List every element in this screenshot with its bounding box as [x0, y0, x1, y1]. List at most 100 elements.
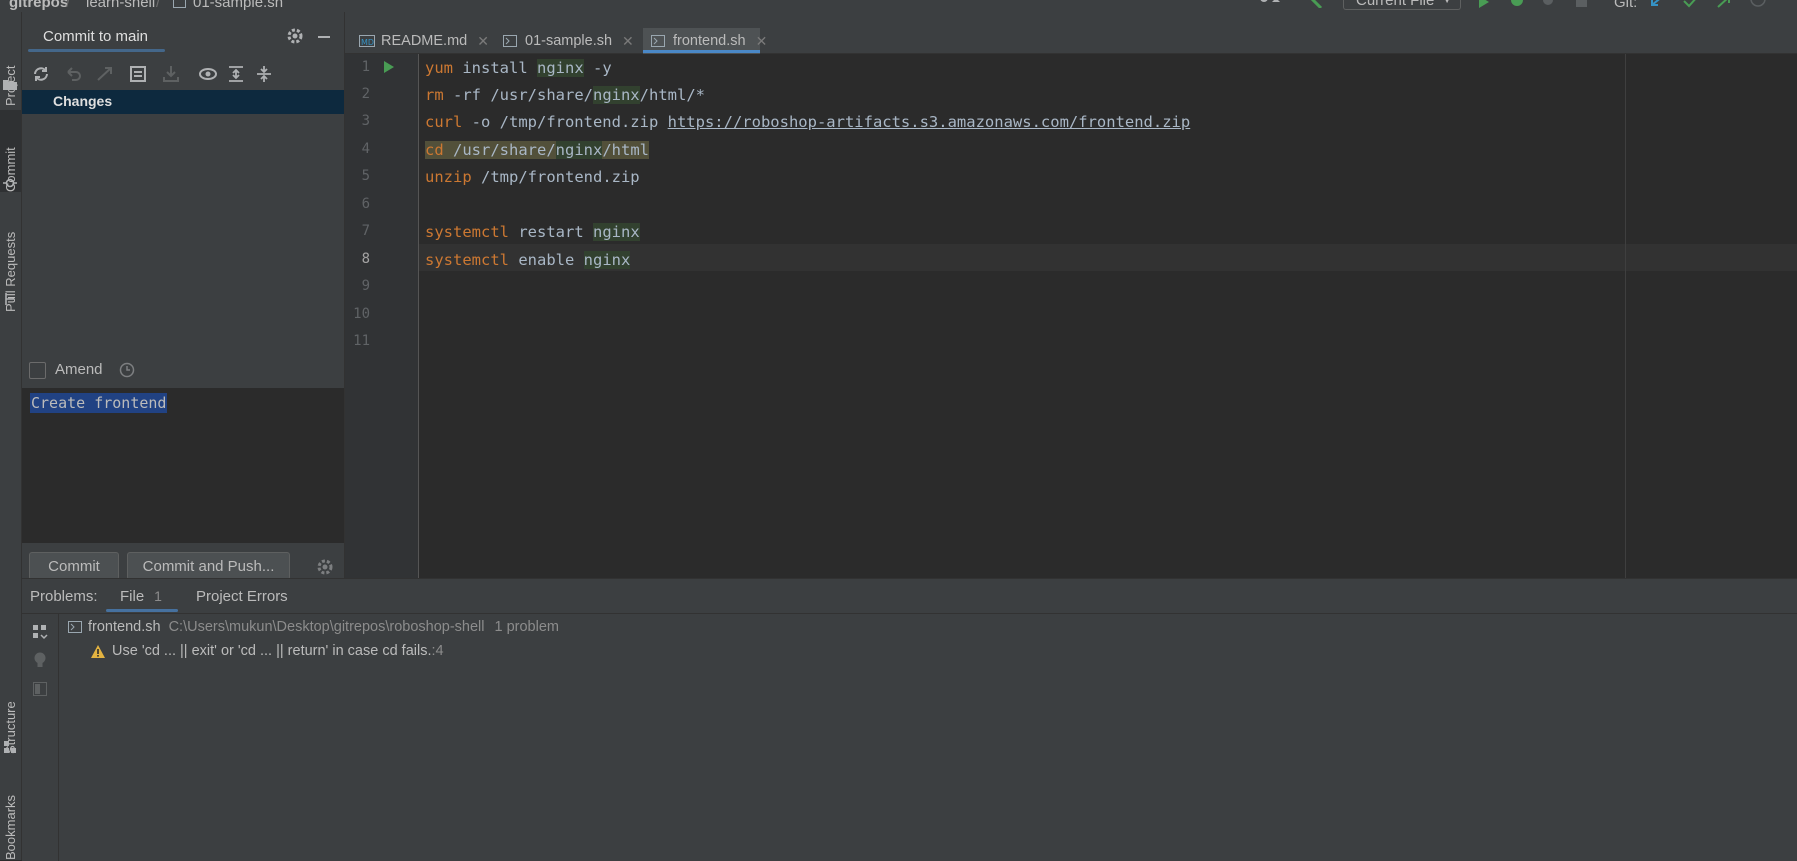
- amend-checkbox[interactable]: [29, 362, 46, 379]
- navigation-bar: gitrepos / learn-shell / 01-sample.sh Cu…: [0, 0, 1797, 12]
- commit-options-gear-icon[interactable]: [316, 558, 334, 576]
- commit-message-text: Create frontend: [30, 393, 168, 413]
- code-text: install: [453, 59, 537, 77]
- tool-tab-bookmarks[interactable]: Bookmarks: [0, 772, 21, 860]
- shell-file-icon: [173, 0, 186, 8]
- code-text: restart: [509, 223, 593, 241]
- structure-icon: [3, 740, 17, 754]
- problem-file-name: frontend.sh: [88, 619, 161, 635]
- commit-message-input[interactable]: Create frontend: [22, 388, 344, 543]
- breadcrumb-root[interactable]: gitrepos: [9, 0, 68, 11]
- close-icon[interactable]: ✕: [756, 33, 768, 50]
- vcs-user-icon[interactable]: [1256, 0, 1282, 8]
- line-number: 6: [361, 196, 370, 212]
- tab-readme[interactable]: MD README.md ✕: [351, 28, 497, 54]
- code-text: -o /tmp/frontend.zip: [462, 113, 668, 131]
- tab-file-count: 1: [154, 588, 162, 604]
- code-identifier-highlight: nginx: [537, 59, 584, 77]
- line-number-current: 8: [361, 251, 370, 267]
- minimize-icon[interactable]: [318, 36, 330, 38]
- code-keyword: systemctl: [425, 223, 509, 241]
- code-keyword: curl: [425, 113, 463, 131]
- run-icon[interactable]: [1477, 0, 1491, 8]
- code-keyword: systemctl: [425, 251, 509, 269]
- line-number: 3: [361, 113, 370, 129]
- tool-window-strip: Project Commit Pull Requests Structure B…: [0, 12, 22, 860]
- tool-tab-label: Project: [3, 26, 18, 106]
- git-push-icon[interactable]: [1716, 0, 1732, 8]
- breadcrumb-folder[interactable]: learn-shell: [86, 0, 155, 11]
- coverage-icon[interactable]: [1541, 0, 1557, 8]
- code-keyword: yum: [425, 59, 453, 77]
- group-by-icon[interactable]: [32, 624, 48, 640]
- build-hammer-icon[interactable]: [1307, 0, 1325, 8]
- shell-file-icon: [503, 35, 517, 47]
- expand-all-icon[interactable]: [226, 64, 246, 84]
- commit-message-history-icon[interactable]: [119, 362, 135, 378]
- breadcrumb-file[interactable]: 01-sample.sh: [193, 0, 283, 11]
- close-icon[interactable]: ✕: [622, 33, 634, 50]
- line-number: 5: [361, 168, 370, 184]
- git-label: Git:: [1614, 0, 1638, 11]
- markdown-file-icon: MD: [359, 34, 375, 48]
- tab-01-sample[interactable]: 01-sample.sh ✕: [495, 28, 642, 54]
- debug-icon[interactable]: [1509, 0, 1525, 8]
- line-number: 10: [353, 306, 370, 322]
- tab-label: 01-sample.sh: [525, 33, 613, 49]
- chevron-down-icon: ▼: [1442, 0, 1452, 6]
- tab-file[interactable]: File 1: [120, 588, 162, 605]
- code-editor[interactable]: 1 2 3 4 5 6 7 8 9 10 11 yum install ngin…: [345, 54, 1797, 578]
- svg-text:MD: MD: [361, 38, 374, 47]
- line-number-gutter[interactable]: 1 2 3 4 5 6 7 8 9 10 11: [345, 54, 419, 578]
- code-text: /tmp/frontend.zip: [471, 168, 640, 186]
- tab-project-errors[interactable]: Project Errors: [196, 588, 288, 605]
- code-line-2: rm -rf /usr/share/nginx/html/*: [425, 84, 705, 106]
- line-number: 4: [361, 141, 370, 157]
- changelist-icon[interactable]: [129, 64, 149, 84]
- changes-label: Changes: [53, 93, 113, 109]
- commit-and-push-button[interactable]: Commit and Push...: [127, 552, 290, 580]
- preview-pane-icon[interactable]: [33, 682, 47, 696]
- close-icon[interactable]: ✕: [477, 33, 489, 50]
- code-keyword: cd: [425, 141, 444, 159]
- collapse-all-icon[interactable]: [254, 64, 274, 84]
- eye-icon[interactable]: [198, 64, 218, 84]
- rollback-icon[interactable]: [63, 64, 83, 84]
- stop-icon[interactable]: [1575, 0, 1589, 8]
- changes-changelist[interactable]: Changes: [22, 90, 344, 114]
- line-number: 11: [353, 333, 370, 349]
- tool-tab-project[interactable]: Project: [0, 26, 21, 106]
- show-diff-icon[interactable]: [95, 64, 115, 84]
- refresh-icon[interactable]: [31, 64, 51, 84]
- code-identifier-highlight: nginx: [593, 223, 640, 241]
- run-configuration-select[interactable]: Current File ▼: [1343, 0, 1461, 10]
- code-identifier-highlight: nginx: [583, 251, 631, 269]
- code-text: enable: [509, 251, 584, 269]
- code-identifier-highlight: nginx: [592, 86, 640, 104]
- tab-label: frontend.sh: [673, 33, 746, 49]
- lightbulb-icon[interactable]: [33, 651, 47, 669]
- code-line-4: cd /usr/share/nginx/html: [425, 139, 649, 161]
- amend-label[interactable]: Amend: [55, 361, 103, 378]
- pull-request-icon: [3, 292, 17, 306]
- commit-panel-title[interactable]: Commit to main: [43, 28, 148, 45]
- problems-panel: Problems: File 1 Project Errors frontend.…: [22, 578, 1797, 861]
- commit-panel: Commit to main Changes Amend Create fron…: [22, 12, 345, 580]
- git-history-icon[interactable]: [1750, 0, 1766, 8]
- shell-file-icon: [651, 35, 665, 47]
- run-gutter-icon[interactable]: [383, 60, 395, 74]
- git-update-icon[interactable]: [1649, 0, 1665, 8]
- code-url-link[interactable]: https://roboshop-artifacts.s3.amazonaws.…: [668, 113, 1191, 131]
- gear-icon[interactable]: [286, 27, 304, 45]
- problem-warning-row[interactable]: Use 'cd ... || exit' or 'cd ... || retur…: [91, 643, 444, 659]
- code-line-3: curl -o /tmp/frontend.zip https://robosh…: [425, 111, 1190, 133]
- shelve-icon[interactable]: [161, 64, 181, 84]
- shell-file-icon: [68, 621, 82, 633]
- git-commit-check-icon[interactable]: [1683, 0, 1699, 8]
- code-text: /html: [602, 141, 649, 159]
- problem-file-path: C:\Users\mukun\Desktop\gitrepos\roboshop…: [168, 619, 485, 635]
- run-configuration-label: Current File: [1356, 0, 1435, 9]
- problems-toolbar: [22, 614, 59, 861]
- problem-file-row[interactable]: frontend.sh C:\Users\mukun\Desktop\gitre…: [68, 619, 559, 635]
- commit-button[interactable]: Commit: [29, 552, 119, 580]
